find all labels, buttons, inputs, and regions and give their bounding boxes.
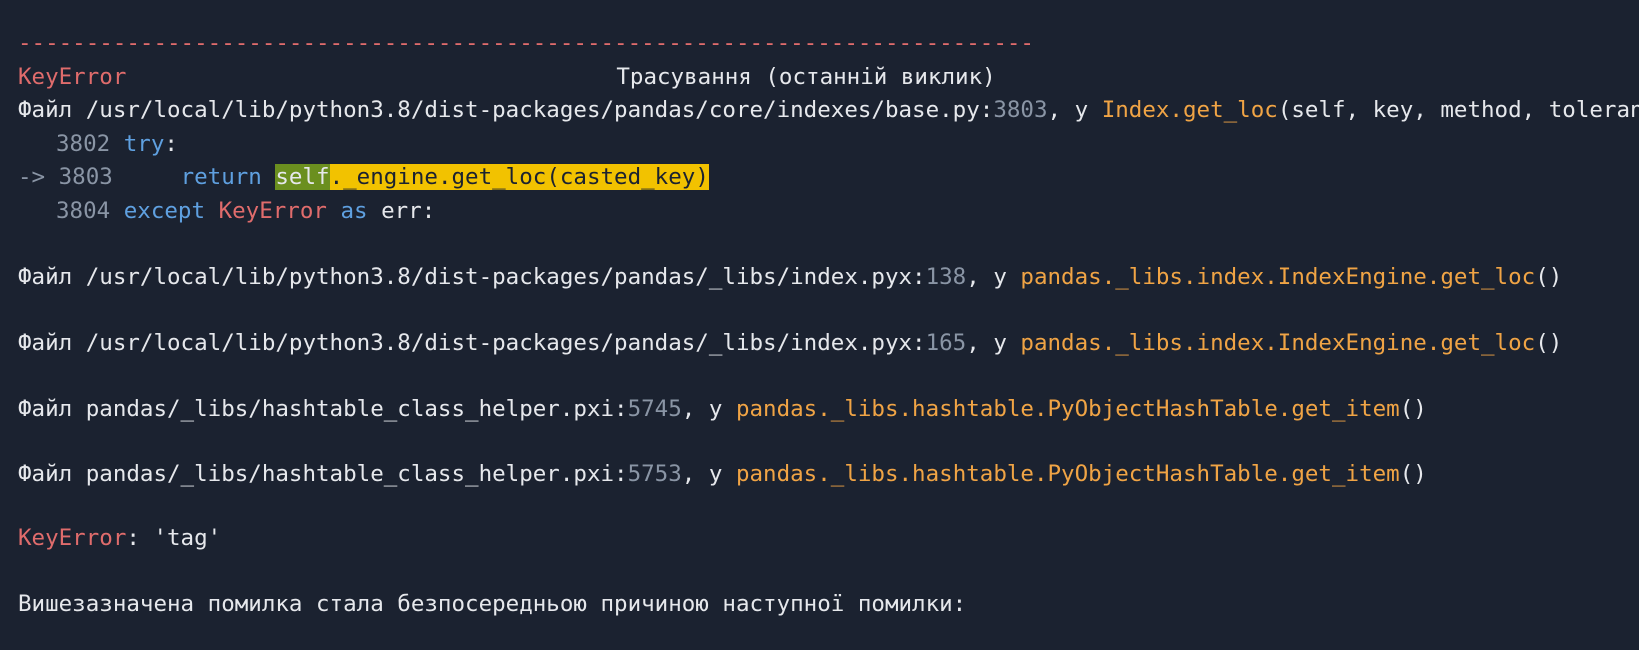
frame-line-number: 165 <box>925 330 967 356</box>
code-line-current: -> 3803 return self._engine.get_loc(cast… <box>18 160 709 194</box>
code-keyword: except <box>123 198 206 224</box>
frame-function-name: pandas._libs.index.IndexEngine.get_loc <box>1020 264 1536 290</box>
code-line-number: 3802 <box>56 131 111 157</box>
frame-in-word: , у <box>681 396 736 422</box>
frame-line: Файл pandas/_libs/hashtable_class_helper… <box>18 392 1427 426</box>
code-text: : <box>164 131 178 157</box>
current-line-arrow: -> <box>18 164 46 190</box>
frame-function-args: () <box>1535 330 1563 356</box>
traceback-output: ----------------------------------------… <box>0 0 1639 640</box>
frame-in-word: , у <box>966 264 1021 290</box>
frame-in-word: , у <box>1047 97 1102 123</box>
highlighted-expression: ._engine.get_loc(casted_key) <box>329 164 709 190</box>
frame-line-number: 138 <box>925 264 967 290</box>
final-error-line: KeyError: 'tag' <box>18 521 221 555</box>
frame-in-word: , у <box>966 330 1021 356</box>
frame-function-name: pandas._libs.hashtable.PyObjectHashTable… <box>735 396 1400 422</box>
final-error-name: KeyError <box>18 525 127 551</box>
highlighted-self: self <box>275 164 330 190</box>
separator-line: ----------------------------------------… <box>18 30 1034 56</box>
code-line-number: 3803 <box>58 164 113 190</box>
frame-function-args: () <box>1535 264 1563 290</box>
frame-line: Файл pandas/_libs/hashtable_class_helper… <box>18 457 1427 491</box>
frame-line-number: 5753 <box>627 461 682 487</box>
frame-line: Файл /usr/local/lib/python3.8/dist-packa… <box>18 260 1562 294</box>
code-line: 3802 try: <box>18 127 178 161</box>
code-line: 3804 except KeyError as err: <box>18 194 435 228</box>
frame-function-args: (self, key, method, tolerance) <box>1277 97 1639 123</box>
frame-line-number: 5745 <box>627 396 682 422</box>
traceback-header: KeyError Трасування (останній виклик) <box>18 60 996 94</box>
frame-line: Файл /usr/local/lib/python3.8/dist-packa… <box>18 93 1639 127</box>
code-error-name: KeyError <box>218 198 327 224</box>
frame-function-args: () <box>1399 461 1427 487</box>
frame-function-name: Index.get_loc <box>1101 97 1278 123</box>
code-text: err: <box>367 198 436 224</box>
frame-file-path: Файл /usr/local/lib/python3.8/dist-packa… <box>18 97 994 123</box>
frame-file-path: Файл pandas/_libs/hashtable_class_helper… <box>18 461 628 487</box>
code-line-number: 3804 <box>56 198 111 224</box>
frame-in-word: , у <box>681 461 736 487</box>
frame-line: Файл /usr/local/lib/python3.8/dist-packa… <box>18 326 1562 360</box>
code-keyword-as: as <box>340 198 368 224</box>
chained-exception-message: Вишезазначена помилка стала безпосереднь… <box>18 591 967 617</box>
frame-line-number: 3803 <box>993 97 1048 123</box>
code-keyword: return <box>180 164 262 190</box>
final-error-message: : 'tag' <box>126 525 222 551</box>
frame-function-args: () <box>1399 396 1427 422</box>
error-name: KeyError <box>18 64 127 90</box>
frame-function-name: pandas._libs.hashtable.PyObjectHashTable… <box>735 461 1400 487</box>
frame-file-path: Файл /usr/local/lib/python3.8/dist-packa… <box>18 264 926 290</box>
code-keyword: try <box>123 131 165 157</box>
traceback-title: Трасування (останній виклик) <box>616 64 996 90</box>
frame-file-path: Файл pandas/_libs/hashtable_class_helper… <box>18 396 628 422</box>
frame-file-path: Файл /usr/local/lib/python3.8/dist-packa… <box>18 330 926 356</box>
frame-function-name: pandas._libs.index.IndexEngine.get_loc <box>1020 330 1536 356</box>
